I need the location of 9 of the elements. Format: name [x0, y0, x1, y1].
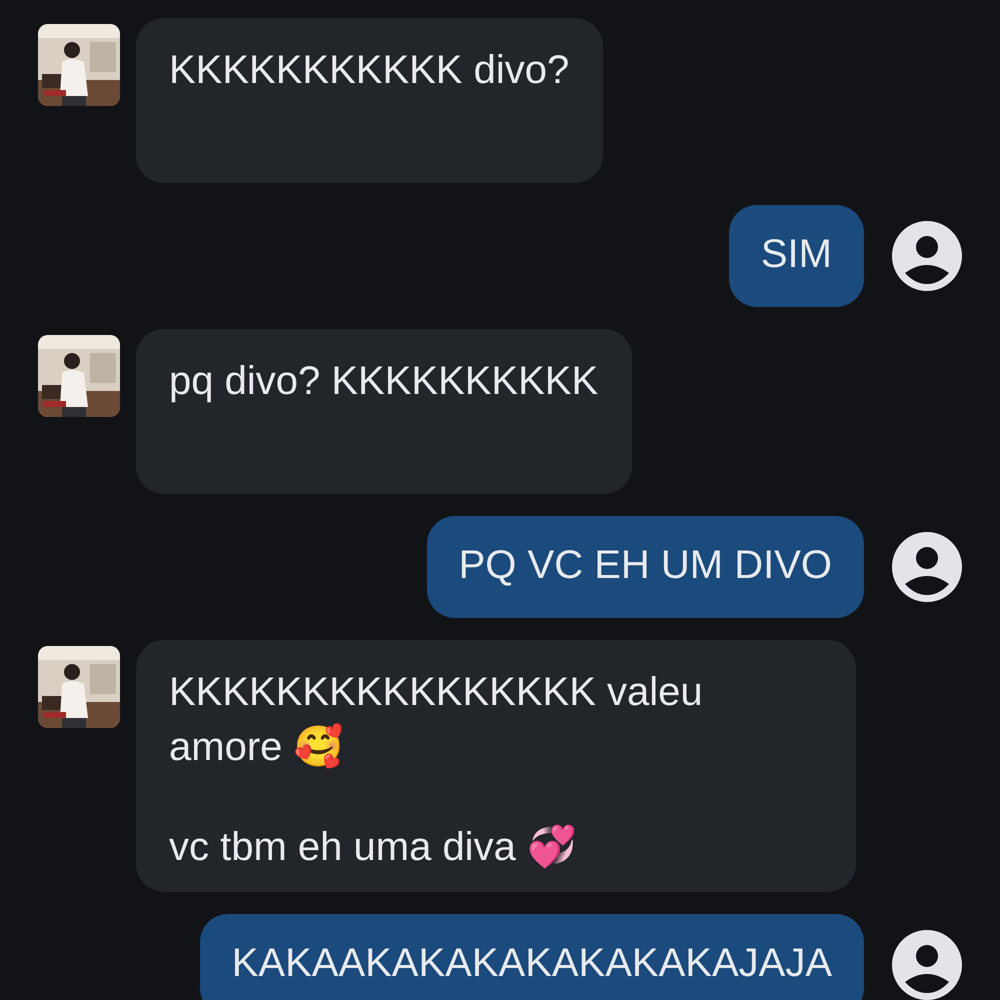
message-text: pq divo? KKKKKKKKKK [169, 358, 598, 405]
message-text: KAKAAKAKAKAKAKAKAKAJAJA [232, 940, 832, 987]
message-text: KKKKKKKKKKK divo? [169, 47, 570, 94]
message-text: KKKKKKKKKKKKKKKK valeu amore 🥰 [169, 669, 704, 771]
user-icon [892, 532, 962, 602]
message-text: SIM [760, 231, 832, 278]
message-text: PQ VC EH UM DIVO [458, 542, 832, 589]
user-icon [892, 221, 962, 291]
message-text: vc tbm eh uma diva 💞 [169, 824, 578, 871]
